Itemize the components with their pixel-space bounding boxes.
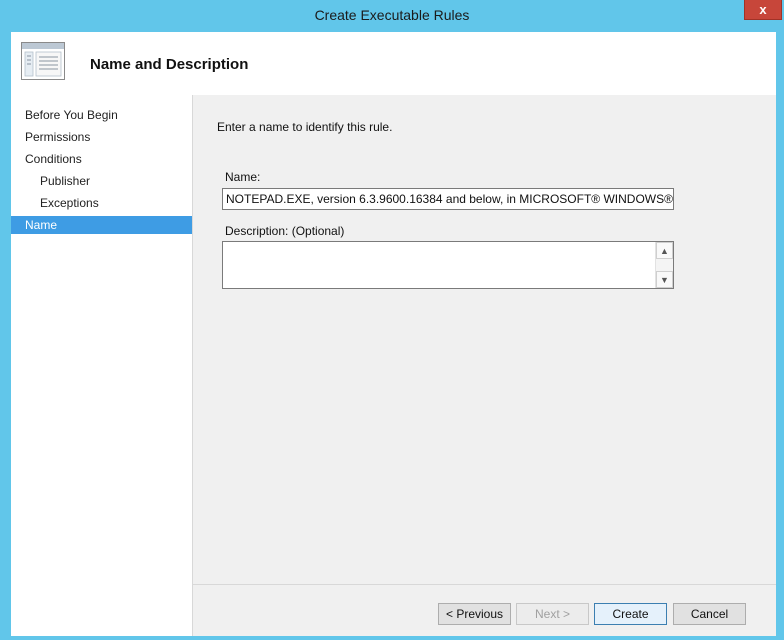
create-button[interactable]: Create — [594, 603, 667, 625]
next-button[interactable]: Next > — [516, 603, 589, 625]
title-bar[interactable]: Create Executable Rules x — [0, 0, 784, 32]
wizard-body: Before You Begin Permissions Conditions … — [11, 95, 776, 636]
create-executable-rules-window: Create Executable Rules x Name and Descr… — [0, 0, 784, 640]
wizard-steps-sidebar: Before You Begin Permissions Conditions … — [11, 95, 192, 636]
scroll-down-button[interactable]: ▼ — [656, 271, 673, 288]
close-button[interactable]: x — [744, 0, 782, 20]
wizard-footer: < Previous Next > Create Cancel — [193, 585, 776, 636]
scroll-up-button[interactable]: ▲ — [656, 242, 673, 259]
sidebar-item-exceptions[interactable]: Exceptions — [11, 194, 192, 212]
sidebar-item-name[interactable]: Name — [11, 216, 192, 234]
description-scrollbar[interactable]: ▲ ▼ — [655, 242, 673, 288]
description-label: Description: (Optional) — [225, 224, 345, 238]
sidebar-item-label: Conditions — [25, 152, 82, 166]
description-field[interactable]: ▲ ▼ — [222, 241, 674, 289]
sidebar-item-permissions[interactable]: Permissions — [11, 128, 192, 146]
sidebar-item-label: Publisher — [40, 174, 91, 188]
sidebar-item-publisher[interactable]: Publisher — [11, 172, 192, 190]
wizard-page-icon — [21, 42, 65, 80]
chevron-down-icon: ▼ — [660, 275, 669, 285]
name-field[interactable]: NOTEPAD.EXE, version 6.3.9600.16384 and … — [222, 188, 674, 210]
page-title: Name and Description — [90, 56, 249, 73]
name-description-panel: Enter a name to identify this rule. Name… — [193, 95, 776, 584]
name-label: Name: — [225, 170, 261, 184]
sidebar-item-label: Before You Begin — [25, 108, 118, 122]
sidebar-item-label: Exceptions — [40, 196, 99, 210]
window-title: Create Executable Rules — [314, 7, 470, 23]
cancel-button[interactable]: Cancel — [673, 603, 746, 625]
sidebar-item-label: Permissions — [25, 130, 91, 144]
sidebar-item-before-you-begin[interactable]: Before You Begin — [11, 106, 192, 124]
sidebar-item-label: Name — [25, 218, 58, 232]
chevron-up-icon: ▲ — [660, 246, 669, 256]
close-icon: x — [759, 2, 767, 17]
sidebar-item-conditions[interactable]: Conditions — [11, 150, 192, 168]
page-header: Name and Description — [11, 32, 776, 95]
previous-button[interactable]: < Previous — [438, 603, 511, 625]
instruction-text: Enter a name to identify this rule. — [217, 120, 393, 134]
